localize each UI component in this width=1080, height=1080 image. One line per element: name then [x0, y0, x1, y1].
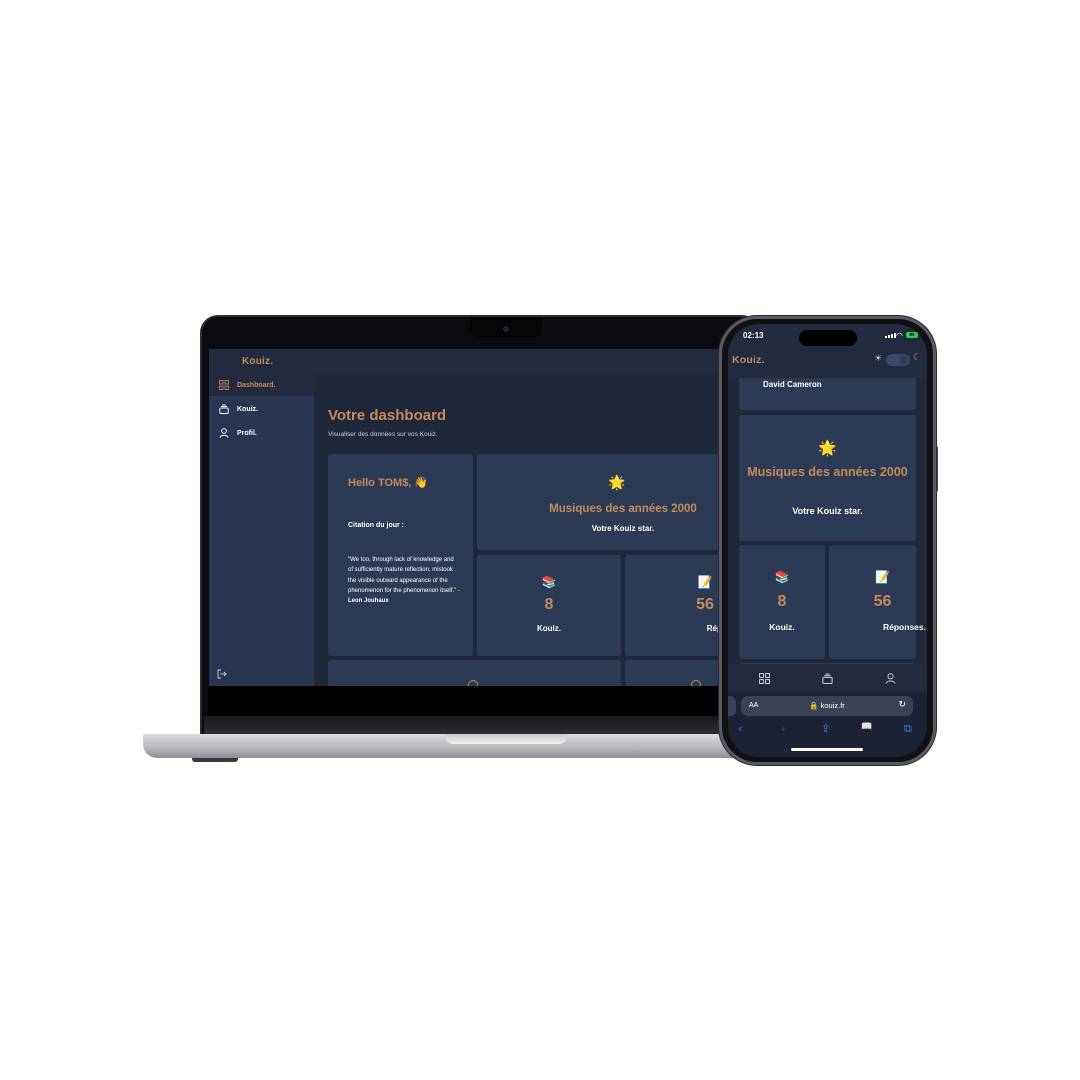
sidebar-item-label: Profil. — [237, 429, 257, 437]
status-time: 02:13 — [743, 331, 764, 340]
tabs-icon[interactable]: ⧉ — [904, 722, 912, 736]
books-icon: 📚 — [774, 570, 790, 584]
kouiz-count-card: 📚 8 Kouiz. — [739, 545, 825, 659]
moon-icon: ☾ — [913, 353, 922, 363]
stack-icon — [219, 404, 229, 414]
mobile-tabbar — [728, 664, 927, 692]
star-icon: 🌟 — [818, 439, 837, 457]
back-icon[interactable]: ‹ — [738, 722, 742, 735]
kouiz-count-label: Kouiz. — [537, 624, 561, 633]
sidebar-item-label: Dashboard. — [237, 381, 276, 389]
kouiz-count-card: 📚 8 Kouiz. — [477, 555, 621, 656]
mobile-content: David Cameron 🌟 Musiques des années 2000… — [728, 378, 927, 664]
laptop-foot — [192, 758, 238, 762]
sidebar-item-kouiz[interactable]: Kouiz. — [209, 398, 314, 420]
previous-tab[interactable] — [728, 696, 736, 716]
hello-card: Hello TOM$, 👋 Citation du jour : "We too… — [328, 454, 473, 656]
status-bar: 02:13 ◠ 80 — [728, 324, 927, 348]
safari-toolbar: AA 🔒 kouiz.fr ↻ ‹ › ⇪ 📖 ⧉ — [728, 692, 927, 757]
toggle-knob — [900, 356, 908, 364]
quote-card: David Cameron — [739, 378, 916, 410]
signal-icon — [885, 333, 896, 338]
tab-dashboard-grid-icon[interactable] — [759, 673, 770, 684]
reload-icon[interactable]: ↻ — [898, 700, 906, 710]
share-icon[interactable]: ⇪ — [821, 722, 830, 735]
theme-toggle[interactable] — [886, 354, 910, 366]
address-bar[interactable]: AA 🔒 kouiz.fr ↻ — [741, 696, 913, 716]
bookmarks-icon[interactable]: 📖 — [861, 722, 872, 732]
answers-count-card: 📝 56 Réponses. — [829, 545, 926, 659]
laptop-bezel — [208, 686, 753, 718]
memo-icon: 📝 — [875, 570, 890, 584]
kouiz-count: 8 — [544, 596, 554, 613]
citation-title: Citation du jour : — [348, 522, 404, 529]
quote-text: "We too, through lack of knowledge and o… — [348, 555, 460, 606]
sidebar-item-dashboard[interactable]: Dashboard. — [209, 374, 314, 396]
sun-icon: ☀ — [874, 354, 883, 364]
sidebar-item-profil[interactable]: Profil. — [209, 422, 314, 444]
page-subtitle: Visualiser des données sur vos Kouiz. — [328, 431, 438, 438]
kouiz-count: 8 — [777, 593, 787, 610]
brand-logo[interactable]: Kouiz. — [242, 356, 273, 367]
bottom-card-left — [328, 660, 621, 686]
sidebar: Dashboard. Kouiz. Profil. — [209, 374, 314, 686]
laptop-camera — [503, 326, 509, 332]
quote-author: David Cameron — [763, 380, 822, 389]
wifi-icon: ◠ — [896, 331, 903, 340]
home-indicator — [791, 748, 863, 751]
quote-author: Leon Jouhaux — [348, 598, 389, 605]
laptop-groove — [445, 734, 567, 744]
url-text[interactable]: 🔒 kouiz.fr — [741, 701, 913, 710]
star-kouiz-title: Musiques des années 2000 — [747, 465, 908, 479]
logout-icon[interactable] — [217, 669, 227, 679]
laptop-hinge — [204, 716, 756, 734]
user-icon — [219, 428, 229, 438]
desktop-screen: Kouiz. Dashboard. Kouiz. Profil. Votre d… — [209, 349, 754, 686]
answers-count-label: Réponses. — [883, 622, 926, 632]
battery-icon: 80 — [906, 332, 918, 338]
star-icon: 🌟 — [608, 475, 626, 491]
tab-kouiz-stack-icon[interactable] — [822, 673, 833, 684]
kouiz-count-label: Kouiz. — [769, 622, 795, 632]
answers-count: 56 — [873, 593, 892, 610]
quote-body: "We too, through lack of knowledge and o… — [348, 557, 460, 594]
mobile-screen: 02:13 ◠ 80 Kouiz. ☀ ☾ David Cameron 🌟 Mu… — [728, 324, 927, 757]
dynamic-island — [799, 330, 857, 346]
tab-profil-user-icon[interactable] — [885, 673, 896, 684]
forward-icon[interactable]: › — [781, 722, 785, 735]
star-kouiz-title: Musiques des années 2000 — [549, 503, 697, 515]
sidebar-item-label: Kouiz. — [237, 405, 258, 413]
star-kouiz-subtitle: Votre Kouiz star. — [591, 524, 655, 533]
star-kouiz-subtitle: Votre Kouiz star. — [792, 506, 863, 516]
page-title: Votre dashboard — [328, 407, 447, 424]
brand-logo[interactable]: Kouiz. — [732, 354, 765, 366]
greeting: Hello TOM$, 👋 — [348, 477, 429, 489]
books-icon: 📚 — [541, 575, 557, 589]
desktop-topbar: Kouiz. — [209, 349, 754, 374]
star-kouiz-card[interactable]: 🌟 Musiques des années 2000 Votre Kouiz s… — [477, 454, 754, 550]
grid-icon — [219, 380, 229, 390]
star-kouiz-card[interactable]: 🌟 Musiques des années 2000 Votre Kouiz s… — [739, 415, 916, 541]
mobile-header: Kouiz. ☀ ☾ — [728, 348, 927, 378]
